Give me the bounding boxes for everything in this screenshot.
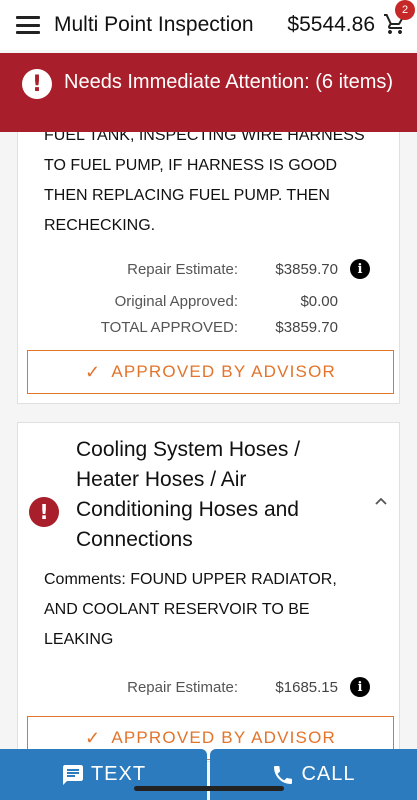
total-approved-row: TOTAL APPROVED: $3859.70 — [68, 319, 338, 336]
total-approved-value: $3859.70 — [275, 319, 338, 336]
cart-button[interactable]: 2 — [383, 0, 415, 38]
approved-by-advisor-button[interactable]: ✓ APPROVED BY ADVISOR — [27, 350, 394, 394]
repair-estimate-label: Repair Estimate: — [127, 678, 238, 696]
info-icon[interactable]: i — [350, 259, 370, 279]
alert-icon: ! — [29, 497, 59, 527]
repair-estimate-value: $3859.70 — [275, 260, 338, 278]
repair-estimate-row: Repair Estimate: $3859.70 i — [68, 259, 370, 279]
check-icon: ✓ — [85, 727, 102, 748]
inspection-item-card: ! Cooling System Hoses / Heater Hoses / … — [17, 422, 400, 762]
check-icon: ✓ — [85, 361, 102, 382]
home-indicator — [134, 786, 284, 791]
text-button[interactable]: TEXT — [0, 749, 207, 800]
item-header[interactable]: ! Cooling System Hoses / Heater Hoses / … — [18, 435, 399, 555]
approved-label: APPROVED BY ADVISOR — [111, 728, 336, 747]
attention-banner[interactable]: ! Needs Immediate Attention: (6 items) — [0, 53, 417, 132]
original-approved-label: Original Approved: — [114, 293, 238, 310]
call-button-label: CALL — [301, 763, 356, 785]
original-approved-value: $0.00 — [300, 293, 338, 310]
banner-text: Needs Immediate Attention: (6 items) — [64, 71, 394, 93]
inspection-item-card: FUEL TANK, INSPECTING WIRE HARNESS TO FU… — [17, 100, 400, 404]
cart-count-badge: 2 — [395, 0, 415, 20]
item-comment: Comments: FOUND UPPER RADIATOR, AND COOL… — [44, 571, 337, 648]
total-approved-label: TOTAL APPROVED: — [100, 319, 238, 336]
item-comment: FUEL TANK, INSPECTING WIRE HARNESS TO FU… — [44, 127, 365, 234]
approved-label: APPROVED BY ADVISOR — [111, 362, 336, 381]
info-icon[interactable]: i — [350, 677, 370, 697]
chevron-up-icon[interactable] — [375, 495, 387, 507]
call-button[interactable]: CALL — [210, 749, 417, 800]
page-title: Multi Point Inspection — [54, 13, 254, 36]
hamburger-menu-icon[interactable] — [16, 16, 40, 34]
app-header: Multi Point Inspection $5544.86 2 — [0, 0, 417, 50]
repair-estimate-label: Repair Estimate: — [127, 260, 238, 278]
repair-estimate-value: $1685.15 — [275, 678, 338, 696]
item-title: Cooling System Hoses / Heater Hoses / Ai… — [76, 438, 301, 551]
alert-icon: ! — [22, 69, 52, 99]
original-approved-row: Original Approved: $0.00 — [68, 293, 338, 310]
inspection-total: $5544.86 — [287, 13, 375, 36]
text-button-label: TEXT — [90, 763, 147, 785]
message-icon — [62, 764, 83, 785]
phone-icon — [274, 765, 293, 784]
repair-estimate-row: Repair Estimate: $1685.15 i — [68, 677, 370, 697]
